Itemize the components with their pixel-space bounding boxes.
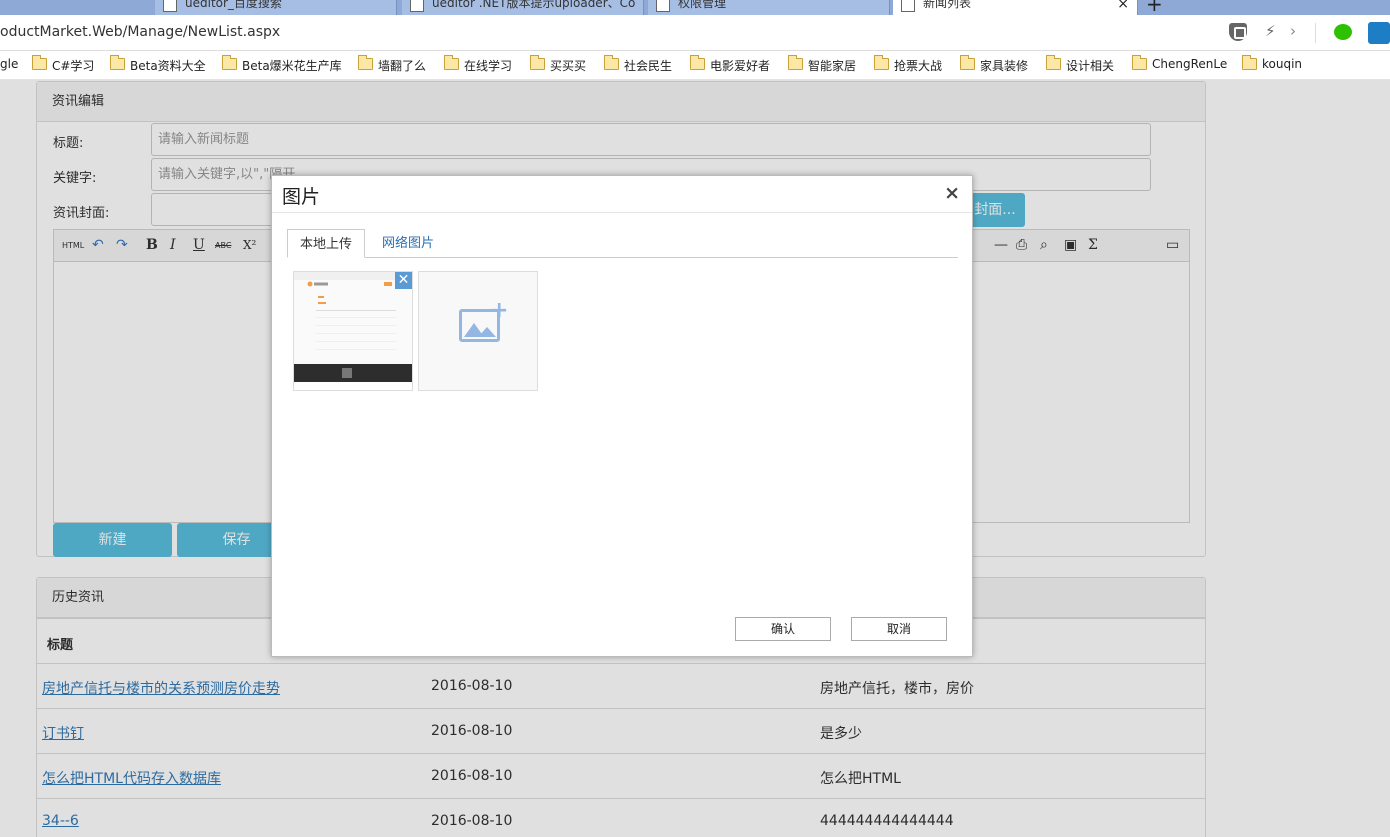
cancel-button[interactable]: 取消	[851, 617, 947, 641]
bookmark-folder[interactable]: 社会民生	[604, 55, 672, 74]
dialog-header: 图片 ×	[272, 176, 972, 213]
uploaded-image-thumbnail[interactable]: ✕	[293, 271, 413, 391]
extension-icon[interactable]	[1368, 22, 1390, 44]
bookmark-folder[interactable]: 墙翻了么	[358, 55, 426, 74]
toolbar-divider	[1315, 23, 1316, 43]
dialog-title: 图片	[282, 186, 321, 208]
add-image-button[interactable]: +	[418, 271, 538, 391]
shield-icon[interactable]	[1229, 23, 1247, 41]
folder-icon	[1242, 55, 1257, 70]
new-tab-button[interactable]: +	[1146, 0, 1163, 15]
bookmark-folder[interactable]: 家具装修	[960, 55, 1028, 74]
confirm-button[interactable]: 确认	[735, 617, 831, 641]
folder-icon	[32, 55, 47, 70]
folder-icon	[444, 55, 459, 70]
image-dialog: 图片 × 本地上传 网络图片 ✕ + 确认 取消	[271, 175, 973, 657]
folder-icon	[358, 55, 373, 70]
folder-icon	[1046, 55, 1061, 70]
bookmark-folder[interactable]: 电影爱好者	[690, 55, 770, 74]
lightning-icon[interactable]: ⚡	[1265, 22, 1276, 40]
tab-local-upload[interactable]: 本地上传	[287, 229, 366, 258]
remove-image-icon[interactable]: ✕	[395, 272, 412, 289]
address-bar: oductMarket.Web/Manage/NewList.aspx ⚡ ›	[0, 15, 1390, 51]
bookmark-folder[interactable]: 在线学习	[444, 55, 512, 74]
screenshot-thumbnail-image	[294, 272, 412, 390]
folder-icon	[530, 55, 545, 70]
bookmark-folder[interactable]: kouqin	[1242, 55, 1302, 71]
page-favicon-icon	[163, 0, 177, 12]
bookmark-folder[interactable]: 设计相关	[1046, 55, 1114, 74]
wechat-icon[interactable]	[1334, 24, 1352, 40]
bookmarks-bar: gle C#学习 Beta资料大全 Beta爆米花生产库 墙翻了么 在线学习 买…	[0, 51, 1390, 80]
tab-online-image[interactable]: 网络图片	[370, 229, 446, 258]
close-icon[interactable]: ×	[944, 182, 960, 204]
folder-icon	[222, 55, 237, 70]
browser-tab-active[interactable]: 新闻列表 ×	[893, 0, 1138, 15]
folder-icon	[604, 55, 619, 70]
dialog-tabs: 本地上传 网络图片	[287, 229, 958, 258]
bookmark-item[interactable]: gle	[0, 57, 18, 71]
bookmark-folder[interactable]: 智能家居	[788, 55, 856, 74]
folder-icon	[1132, 55, 1147, 70]
folder-icon	[110, 55, 125, 70]
browser-tab[interactable]: ueditor_百度搜索	[155, 0, 397, 15]
folder-icon	[690, 55, 705, 70]
bookmark-folder[interactable]: Beta爆米花生产库	[222, 55, 342, 74]
page-favicon-icon	[901, 0, 915, 12]
page-favicon-icon	[656, 0, 670, 12]
browser-tab[interactable]: ueditor .NET版本提示uploader、Co	[402, 0, 644, 15]
url-field[interactable]: oductMarket.Web/Manage/NewList.aspx	[0, 24, 280, 40]
close-tab-icon[interactable]: ×	[1117, 0, 1129, 12]
plus-icon: +	[490, 298, 509, 323]
browser-tab[interactable]: 权限管理	[648, 0, 890, 15]
folder-icon	[874, 55, 889, 70]
chevron-right-icon[interactable]: ›	[1290, 22, 1296, 40]
page-favicon-icon	[410, 0, 424, 12]
bookmark-folder[interactable]: C#学习	[32, 55, 94, 74]
folder-icon	[788, 55, 803, 70]
bookmark-folder[interactable]: 抢票大战	[874, 55, 942, 74]
browser-tab-bar: ueditor_百度搜索 ueditor .NET版本提示uploader、Co…	[0, 0, 1390, 15]
bookmark-folder[interactable]: Beta资料大全	[110, 55, 206, 74]
folder-icon	[960, 55, 975, 70]
bookmark-folder[interactable]: ChengRenLe	[1132, 55, 1227, 71]
bookmark-folder[interactable]: 买买买	[530, 55, 586, 74]
